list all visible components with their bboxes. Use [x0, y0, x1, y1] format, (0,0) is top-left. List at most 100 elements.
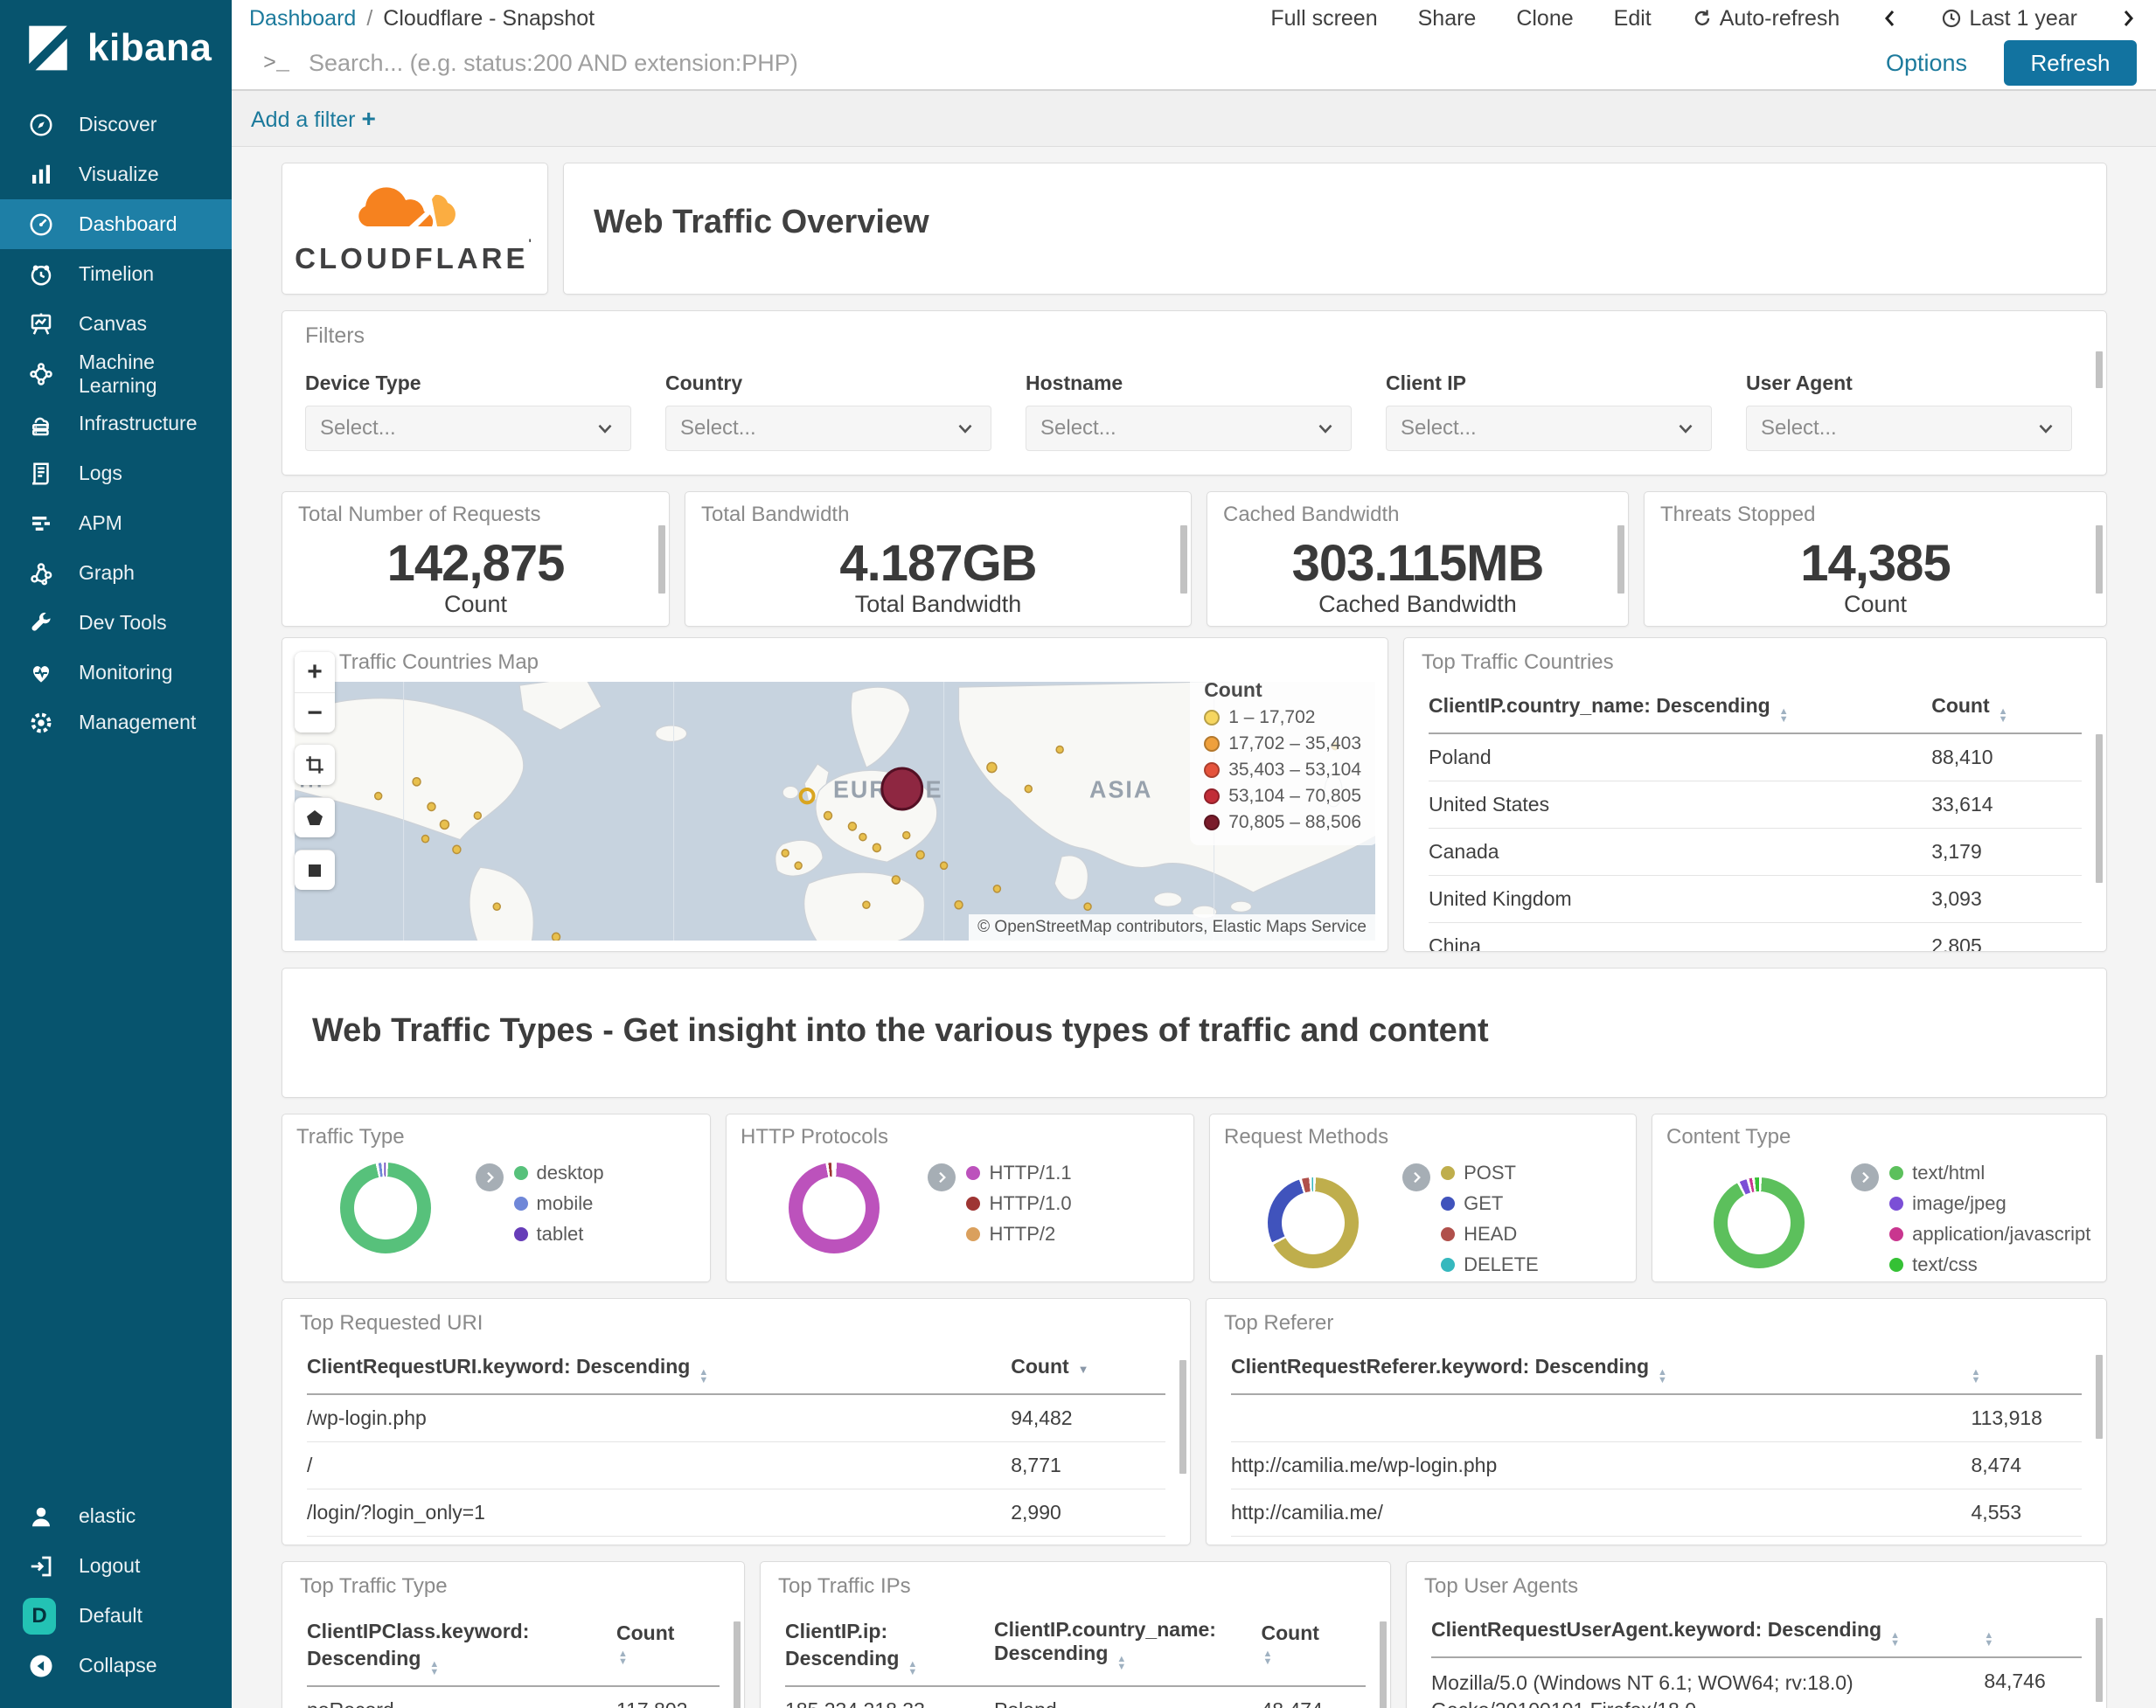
column-header[interactable]: ClientRequestURI.keyword: Descending ▲ ▼	[307, 1355, 1011, 1383]
legend-expand-icon[interactable]	[475, 1163, 504, 1191]
scrollbar-thumb[interactable]	[1180, 525, 1187, 594]
chevron-down-icon	[1674, 417, 1697, 440]
search-input[interactable]: Search... (e.g. status:200 AND extension…	[309, 50, 1886, 77]
column-header[interactable]: Count ▲ ▼	[616, 1618, 720, 1675]
space-default-badge: D	[23, 1597, 56, 1635]
filter-field-label: Hostname	[1026, 371, 1123, 394]
scrollbar-thumb[interactable]	[1617, 525, 1624, 594]
legend-expand-icon[interactable]	[1851, 1163, 1880, 1191]
legend-item[interactable]: tablet	[513, 1223, 604, 1246]
legend-dot-icon	[1889, 1197, 1904, 1211]
sidebar-item[interactable]: Visualize	[0, 149, 232, 199]
filter-select[interactable]: Select...	[665, 406, 991, 451]
map-zoom-out-button[interactable]: −	[295, 692, 335, 732]
donut-chart[interactable]	[1713, 1177, 1805, 1268]
sidebar-item[interactable]: Timelion	[0, 249, 232, 299]
sidebar-item[interactable]: Machine Learning	[0, 349, 232, 399]
table-row: http://camilia.me/ 4,553	[1231, 1489, 2082, 1537]
legend-item[interactable]: mobile	[513, 1192, 604, 1215]
legend-item[interactable]: HTTP/2	[966, 1223, 1071, 1246]
map-draw-rectangle-button[interactable]	[295, 850, 335, 890]
legend-item[interactable]: HEAD	[1441, 1223, 1539, 1246]
column-header[interactable]: ClientIP.ip: Descending ▲ ▼	[785, 1618, 994, 1675]
column-header[interactable]: Count ▲ ▼	[1261, 1618, 1366, 1675]
sidebar-item[interactable]: Discover	[0, 100, 232, 149]
legend-item[interactable]: HTTP/1.1	[966, 1162, 1072, 1184]
breadcrumb-dashboard[interactable]: Dashboard	[249, 6, 356, 31]
sidebar-item-user[interactable]: elastic	[0, 1491, 232, 1541]
sidebar-item[interactable]: Infrastructure	[0, 399, 232, 448]
column-header[interactable]: ClientIP.country_name: Descending ▲ ▼	[1429, 694, 1931, 722]
column-header[interactable]: ▲ ▼	[1984, 1618, 2082, 1649]
full-screen-button[interactable]: Full screen	[1270, 6, 1377, 31]
sidebar-item[interactable]: Graph	[0, 548, 232, 598]
donut-chart[interactable]	[1268, 1177, 1360, 1268]
sidebar-item[interactable]: Dashboard	[0, 199, 232, 249]
scrollbar-thumb[interactable]	[2096, 734, 2103, 883]
refresh-button[interactable]: Refresh	[2004, 40, 2137, 86]
sidebar-item-label: Graph	[79, 561, 135, 584]
legend-item[interactable]: HTTP/1.0	[966, 1192, 1072, 1215]
time-back-button[interactable]	[1880, 8, 1901, 29]
filter-select[interactable]: Select...	[1386, 406, 1712, 451]
edit-button[interactable]: Edit	[1614, 6, 1652, 31]
map-fit-bounds-button[interactable]	[295, 745, 335, 785]
auto-refresh-button[interactable]: Auto-refresh	[1692, 6, 1840, 31]
sidebar-item[interactable]: APM	[0, 498, 232, 548]
legend-item[interactable]: POST	[1441, 1162, 1539, 1184]
sidebar-item[interactable]: Management	[0, 698, 232, 747]
scrollbar-thumb[interactable]	[2096, 1618, 2103, 1702]
sidebar-item-space-default[interactable]: D Default	[0, 1591, 232, 1641]
legend-item[interactable]: text/css	[1889, 1253, 2090, 1276]
legend-item[interactable]: application/javascript	[1889, 1223, 2090, 1246]
legend-item[interactable]: text/html	[1889, 1162, 2090, 1184]
country-cell: Poland	[1429, 746, 1492, 768]
legend-item[interactable]: DELETE	[1441, 1253, 1539, 1276]
filter-select[interactable]: Select...	[1026, 406, 1352, 451]
legend-item[interactable]: GET	[1441, 1192, 1539, 1215]
column-header[interactable]: Count ▼	[1011, 1355, 1165, 1383]
app-title: kibana	[87, 26, 212, 69]
time-range-picker[interactable]: Last 1 year	[1941, 6, 2077, 31]
scrollbar-thumb[interactable]	[658, 525, 665, 594]
column-header[interactable]: ClientIPClass.keyword: Descending ▲ ▼	[307, 1618, 616, 1675]
filter-select[interactable]: Select...	[305, 406, 631, 451]
scrollbar-thumb[interactable]	[2096, 525, 2103, 594]
donut-chart[interactable]	[789, 1162, 880, 1253]
time-forward-button[interactable]	[2118, 8, 2139, 29]
share-button[interactable]: Share	[1418, 6, 1477, 31]
legend-expand-icon[interactable]	[928, 1163, 956, 1191]
column-header[interactable]: Count ▲ ▼	[1931, 694, 2082, 725]
options-button[interactable]: Options	[1886, 50, 1967, 77]
column-header[interactable]: ClientIP.country_name: Descending ▲ ▼	[994, 1618, 1261, 1675]
legend-item[interactable]: image/jpeg	[1889, 1192, 2090, 1215]
chevron-left-icon	[1880, 8, 1901, 29]
column-header[interactable]: ClientRequestUserAgent.keyword: Descendi…	[1431, 1618, 1984, 1646]
scrollbar-thumb[interactable]	[1380, 1621, 1387, 1708]
add-filter-button[interactable]: Add a filter +	[251, 105, 376, 133]
kibana-logo[interactable]: kibana	[0, 0, 232, 100]
scrollbar-thumb[interactable]	[2096, 1355, 2103, 1439]
clone-button[interactable]: Clone	[1516, 6, 1573, 31]
top-countries-panel: Top Traffic Countries ClientIP.country_n…	[1403, 637, 2107, 952]
legend-item[interactable]: desktop	[513, 1162, 604, 1184]
sidebar-item-logout[interactable]: Logout	[0, 1541, 232, 1591]
scrollbar-thumb[interactable]	[1179, 1360, 1186, 1474]
sidebar-item-collapse[interactable]: Collapse	[0, 1641, 232, 1691]
sidebar-item[interactable]: Monitoring	[0, 648, 232, 698]
filter-select[interactable]: Select...	[1746, 406, 2072, 451]
column-header[interactable]: ClientRequestReferer.keyword: Descending…	[1231, 1355, 1972, 1383]
top-traffic-type-title: Top Traffic Type	[300, 1574, 448, 1598]
legend-expand-icon[interactable]	[1402, 1163, 1431, 1191]
column-header[interactable]: ▲ ▼	[1972, 1355, 2082, 1385]
sidebar-item[interactable]: Logs	[0, 448, 232, 498]
scrollbar-thumb[interactable]	[2096, 351, 2103, 388]
legend-label: HTTP/2	[989, 1223, 1056, 1245]
sidebar-item[interactable]: Dev Tools	[0, 598, 232, 648]
sidebar-item[interactable]: Canvas	[0, 299, 232, 349]
count-cell: 88,410	[1931, 746, 1993, 768]
scrollbar-thumb[interactable]	[734, 1621, 741, 1708]
map-draw-polygon-button[interactable]	[295, 797, 335, 837]
map-zoom-in-button[interactable]: +	[295, 652, 335, 692]
donut-chart[interactable]	[340, 1162, 432, 1253]
